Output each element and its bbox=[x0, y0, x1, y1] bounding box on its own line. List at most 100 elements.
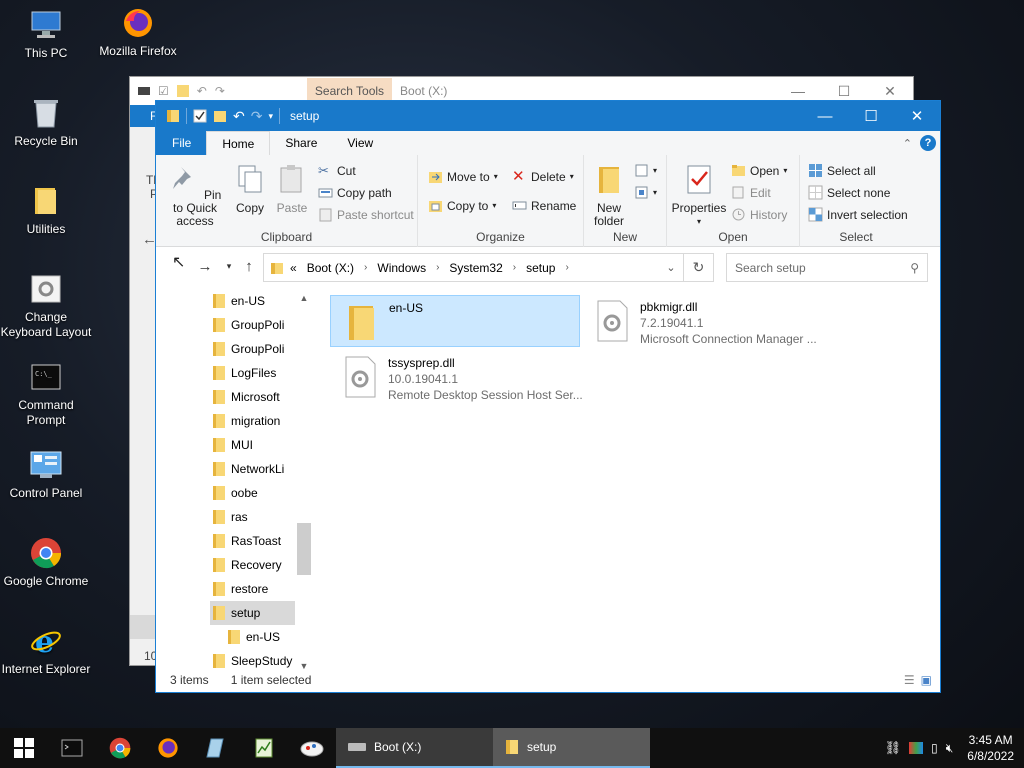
refresh-button[interactable]: ↻ bbox=[684, 253, 714, 282]
taskbar-command-prompt[interactable] bbox=[48, 728, 96, 768]
address-bar[interactable]: « Boot (X:) › Windows › System32 › setup… bbox=[263, 253, 684, 282]
desktop-icon-utilities[interactable]: Utilities bbox=[0, 184, 92, 237]
search-input[interactable]: Search setup bbox=[735, 261, 806, 275]
taskbar-chrome[interactable] bbox=[96, 728, 144, 768]
breadcrumb-item[interactable]: Windows bbox=[377, 261, 426, 275]
invert-selection-button[interactable]: Invert selection bbox=[808, 207, 908, 222]
minimize-button[interactable]: — bbox=[802, 101, 848, 131]
large-icons-view-icon[interactable]: ▣ bbox=[921, 673, 932, 687]
tab-file[interactable]: File bbox=[157, 131, 207, 155]
undo-icon[interactable]: ↶ bbox=[233, 108, 245, 125]
delete-button[interactable]: ✕ Delete ▾ bbox=[512, 169, 574, 184]
clock[interactable]: 3:45 AM 6/8/2022 bbox=[961, 732, 1014, 764]
tab-view[interactable]: View bbox=[332, 131, 389, 155]
history-button[interactable]: History bbox=[731, 207, 787, 222]
taskbar-paint[interactable] bbox=[288, 728, 336, 768]
file-item-dll[interactable]: pbkmigr.dll 7.2.19041.1 Microsoft Connec… bbox=[582, 295, 832, 347]
breadcrumb-item[interactable]: setup bbox=[526, 261, 555, 275]
title-separator bbox=[186, 108, 187, 124]
desktop-icon-control-panel[interactable]: Control Panel bbox=[0, 448, 92, 501]
desktop-icon-chrome[interactable]: Google Chrome bbox=[0, 536, 92, 589]
explorer-window[interactable]: ↶ ↷ ▾ setup — ☐ ✕ File Home Share View ⌃… bbox=[155, 100, 941, 693]
computer-icon bbox=[29, 8, 63, 42]
title-bar[interactable]: ↶ ↷ ▾ setup — ☐ ✕ bbox=[156, 101, 940, 131]
svg-text:C:\_: C:\_ bbox=[35, 370, 53, 378]
open-button[interactable]: Open ▾ bbox=[731, 163, 787, 178]
breadcrumb-item[interactable]: System32 bbox=[449, 261, 502, 275]
nav-scrollbar[interactable]: ▲ ▼ bbox=[296, 293, 312, 671]
desktop-icon-internet-explorer[interactable]: e Internet Explorer bbox=[0, 624, 92, 677]
new-folder-button[interactable]: New folder bbox=[590, 163, 628, 228]
start-button[interactable] bbox=[0, 728, 48, 768]
tab-home[interactable]: Home bbox=[206, 131, 271, 155]
taskbar-task-manager[interactable] bbox=[240, 728, 288, 768]
select-none-button[interactable]: Select none bbox=[808, 185, 890, 200]
chevron-right-icon[interactable]: › bbox=[565, 262, 568, 273]
breadcrumb-overflow[interactable]: « bbox=[290, 261, 297, 275]
properties-button[interactable]: Properties ▾ bbox=[671, 163, 727, 228]
up-button[interactable]: ↑ bbox=[238, 258, 260, 275]
search-box[interactable]: Search setup ⚲ bbox=[726, 253, 928, 282]
taskbar-task-setup[interactable]: setup bbox=[493, 728, 650, 768]
close-button[interactable]: ✕ bbox=[894, 101, 940, 131]
taskbar-task-boot[interactable]: Boot (X:) bbox=[336, 728, 493, 768]
cut-button[interactable]: ✂ Cut bbox=[318, 163, 356, 178]
new-group: New folder ▾ ▾ New bbox=[584, 155, 667, 247]
details-view-icon[interactable]: ☰ bbox=[904, 673, 915, 687]
desktop-icon-recycle-bin[interactable]: Recycle Bin bbox=[0, 96, 92, 149]
file-item-dll[interactable]: tssysprep.dll 10.0.19041.1 Remote Deskto… bbox=[330, 351, 583, 403]
recent-locations-button[interactable]: ▾ bbox=[218, 261, 240, 272]
new-item-button[interactable]: ▾ bbox=[634, 163, 657, 178]
new-folder-icon[interactable] bbox=[213, 109, 227, 123]
folder-icon bbox=[29, 184, 63, 218]
easy-access-button[interactable]: ▾ bbox=[634, 185, 657, 200]
paste-shortcut-button[interactable]: Paste shortcut bbox=[318, 207, 414, 222]
search-icon[interactable]: ⚲ bbox=[910, 261, 919, 275]
taskbar: Boot (X:) setup ⛓ ▯ 🔇︎ 3:45 AM 6/8/2022 bbox=[0, 728, 1024, 768]
chevron-right-icon[interactable]: › bbox=[513, 262, 516, 273]
desktop-icon-this-pc[interactable]: This PC bbox=[0, 8, 92, 61]
scroll-up-icon[interactable]: ▲ bbox=[296, 293, 312, 303]
select-all-button[interactable]: Select all bbox=[808, 163, 876, 178]
chevron-right-icon[interactable]: › bbox=[436, 262, 439, 273]
volume-muted-icon[interactable]: 🔇︎ bbox=[946, 741, 954, 756]
chevron-right-icon[interactable]: › bbox=[364, 262, 367, 273]
usb-icon[interactable]: ▯ bbox=[931, 741, 938, 755]
taskbar-firefox[interactable] bbox=[144, 728, 192, 768]
scrollbar-thumb[interactable] bbox=[297, 523, 311, 575]
file-item-folder[interactable]: en-US bbox=[330, 295, 580, 347]
folder-icon bbox=[213, 486, 225, 500]
desktop-icon-label: Mozilla Firefox bbox=[99, 44, 177, 58]
move-to-button[interactable]: Move to ▾ bbox=[428, 169, 498, 184]
paste-button[interactable]: Paste bbox=[274, 163, 310, 215]
breadcrumb-item[interactable]: Boot (X:) bbox=[307, 261, 354, 275]
address-dropdown-icon[interactable]: ⌄ bbox=[659, 261, 683, 274]
redo-icon[interactable]: ↷ bbox=[251, 108, 263, 125]
properties-icon[interactable] bbox=[193, 109, 207, 123]
minimize-icon[interactable]: — bbox=[775, 83, 821, 100]
tab-share[interactable]: Share bbox=[270, 131, 333, 155]
copy-to-button[interactable]: Copy to ▾ bbox=[428, 198, 496, 213]
desktop-icon-keyboard-layout[interactable]: Change Keyboard Layout bbox=[0, 272, 92, 340]
pin-to-quick-access-button[interactable]: Pin to Quick access bbox=[162, 163, 228, 228]
open-group: Properties ▾ Open ▾ Edit History Open bbox=[667, 155, 800, 247]
desktop-icon-firefox[interactable]: Mozilla Firefox bbox=[92, 6, 184, 59]
maximize-icon[interactable]: ☐ bbox=[821, 83, 867, 100]
collapse-ribbon-icon[interactable]: ⌃ bbox=[903, 137, 912, 150]
close-icon[interactable]: ✕ bbox=[867, 83, 913, 100]
forward-button[interactable]: → bbox=[194, 258, 216, 275]
desktop-icon-command-prompt[interactable]: C:\_ Command Prompt bbox=[0, 360, 92, 428]
desktop-icon-label: Command Prompt bbox=[18, 398, 74, 427]
edit-button[interactable]: Edit bbox=[731, 185, 771, 200]
customize-toolbar-icon[interactable]: ▾ bbox=[268, 111, 273, 122]
taskbar-notepad[interactable] bbox=[192, 728, 240, 768]
rename-button[interactable]: Rename bbox=[512, 198, 576, 213]
maximize-button[interactable]: ☐ bbox=[848, 101, 894, 131]
color-settings-icon[interactable] bbox=[909, 742, 924, 754]
help-icon[interactable]: ? bbox=[920, 135, 936, 151]
copy-button[interactable]: Copy bbox=[232, 163, 268, 215]
nav-item[interactable]: setup bbox=[210, 601, 295, 625]
copy-path-button[interactable]: Copy path bbox=[318, 185, 392, 200]
network-icon[interactable]: ⛓ bbox=[885, 740, 902, 756]
easy-access-icon bbox=[635, 186, 648, 199]
